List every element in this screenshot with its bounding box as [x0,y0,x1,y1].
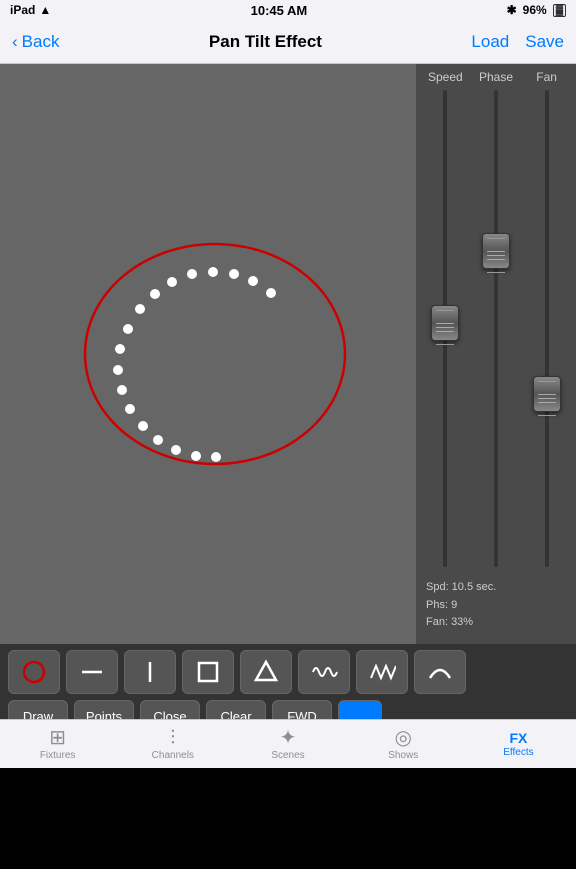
fan-value: Fan: 33% [426,614,566,632]
main-content: Speed Phase Fan [0,64,576,644]
speed-slider-handle[interactable] [431,305,459,341]
carrier-label: iPad [10,3,35,17]
handle-line [436,323,454,324]
speed-handle-lines [432,315,458,340]
slider-values: Spd: 10.5 sec. Phs: 9 Fan: 33% [420,575,572,636]
tab-shows-label: Shows [388,750,418,761]
tab-bar: ⊞ Fixtures ⫶ Channels ✦ Scenes ◎ Shows F… [0,719,576,768]
phase-slider-handle[interactable] [482,233,510,269]
save-button[interactable]: Save [525,32,564,52]
arc-shape-btn[interactable] [414,650,466,694]
handle-line [436,327,454,328]
fan-slider-track [545,90,549,567]
slider-panel: Speed Phase Fan [416,64,576,644]
arc-icon [426,658,454,686]
shows-icon: ◎ [394,728,411,748]
tab-effects[interactable]: FX Effects [461,720,576,768]
speed-slider-track [443,90,447,567]
battery-icon: ▓ [553,4,566,17]
chevron-left-icon: ‹ [12,32,18,52]
back-label: Back [22,32,60,52]
speed-slider-container[interactable] [420,90,471,567]
battery-level: 96% [523,3,547,17]
tab-scenes-label: Scenes [271,750,304,761]
handle-line [538,402,556,403]
effects-icon: FX [509,731,527,745]
back-button[interactable]: ‹ Back [12,32,59,52]
phase-label: Phase [473,70,518,84]
phase-value: Phs: 9 [426,597,566,615]
handle-line [538,394,556,395]
fan-slider-container[interactable] [521,90,572,567]
scenes-icon: ✦ [280,728,297,748]
phase-handle-lines [483,243,509,268]
speed-value: Spd: 10.5 sec. [426,579,566,597]
load-button[interactable]: Load [471,32,509,52]
wave-icon [310,658,338,686]
handle-line [436,331,454,332]
triangle-icon [252,658,280,686]
status-left: iPad ▲ [10,3,51,17]
phase-slider-container[interactable] [471,90,522,567]
nav-bar: ‹ Back Pan Tilt Effect Load Save [0,20,576,64]
status-bar: iPad ▲ 10:45 AM ✱ 96% ▓ [0,0,576,20]
vertical-line-icon [136,658,164,686]
fan-label: Fan [524,70,569,84]
tab-fixtures[interactable]: ⊞ Fixtures [0,720,115,768]
slider-labels: Speed Phase Fan [420,70,572,84]
circle-shape-btn[interactable] [8,650,60,694]
wave-shape-btn[interactable] [298,650,350,694]
shape-buttons-row [8,650,568,694]
square-shape-btn[interactable] [182,650,234,694]
status-right: ✱ 96% ▓ [507,3,566,17]
nav-actions: Load Save [471,32,564,52]
channels-icon: ⫶ [170,728,175,748]
tab-channels-label: Channels [152,750,194,761]
tab-effects-label: Effects [503,747,533,758]
square-icon [194,658,222,686]
tab-channels[interactable]: ⫶ Channels [115,720,230,768]
page-title: Pan Tilt Effect [209,32,322,52]
tab-fixtures-label: Fixtures [40,750,76,761]
handle-line [487,259,505,260]
triangle-shape-btn[interactable] [240,650,292,694]
status-time: 10:45 AM [251,3,308,18]
wifi-icon: ▲ [39,3,51,17]
line-icon [78,658,106,686]
fixtures-icon: ⊞ [49,728,66,748]
fan-handle-lines [534,386,560,411]
canvas-area[interactable] [0,64,416,644]
phase-slider-track [494,90,498,567]
vertical-shape-btn[interactable] [124,650,176,694]
handle-line [487,251,505,252]
zigzag-shape-btn[interactable] [356,650,408,694]
zigzag-icon [368,658,396,686]
fan-slider-handle[interactable] [533,376,561,412]
speed-label: Speed [423,70,468,84]
tab-scenes[interactable]: ✦ Scenes [230,720,345,768]
effect-canvas [0,64,416,644]
sliders-row [420,90,572,567]
handle-line [487,255,505,256]
tab-shows[interactable]: ◎ Shows [346,720,461,768]
handle-line [538,398,556,399]
bluetooth-icon: ✱ [507,3,517,17]
line-shape-btn[interactable] [66,650,118,694]
circle-icon [20,658,48,686]
